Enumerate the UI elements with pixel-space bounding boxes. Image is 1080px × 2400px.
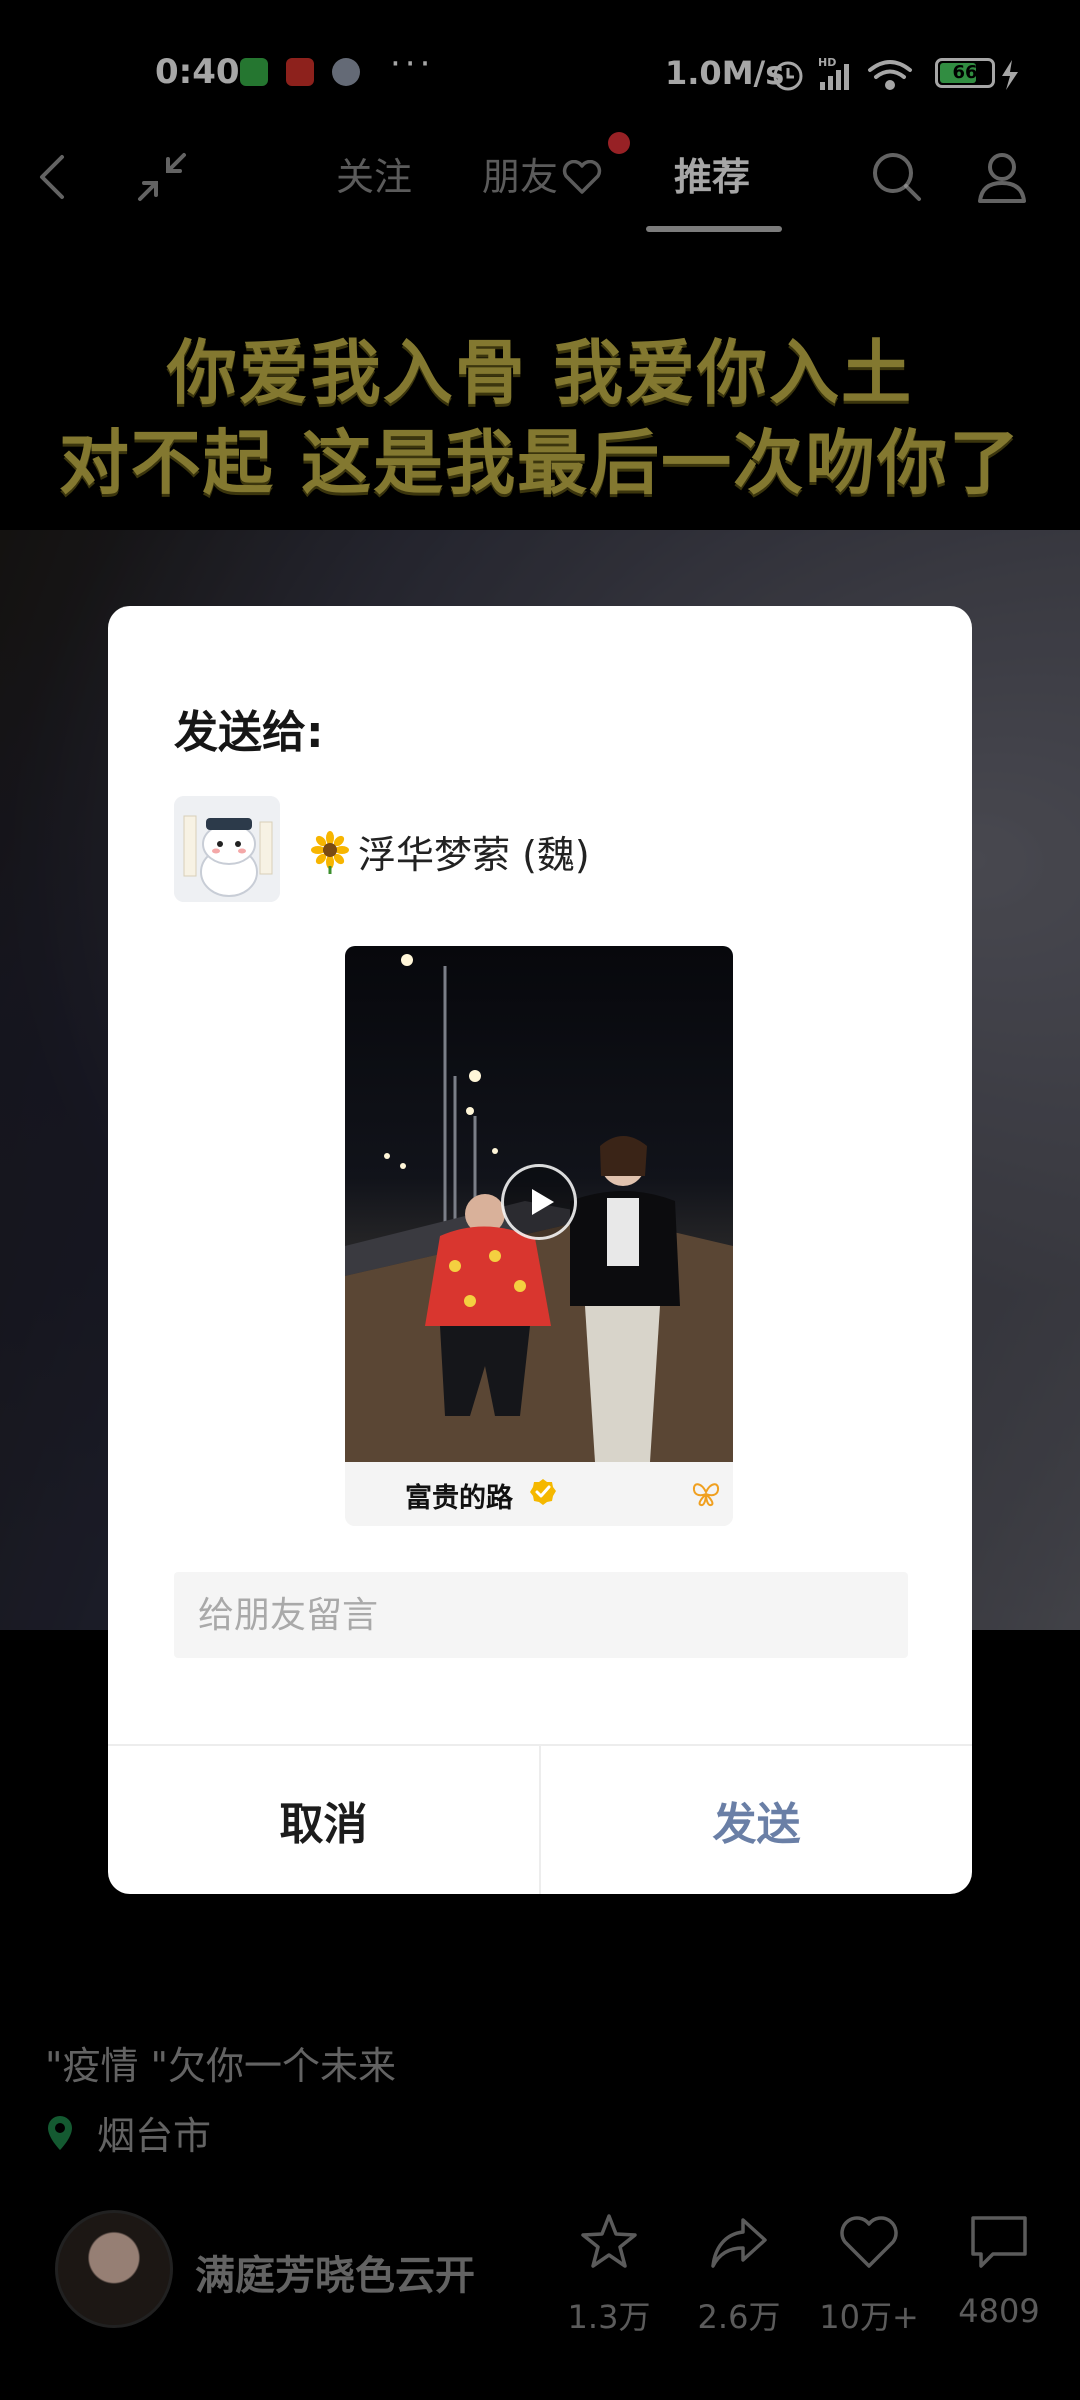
sunflower-icon — [311, 830, 349, 874]
recipient-name-label: 浮华梦萦 (魏) — [358, 833, 590, 877]
dialog-title: 发送给: — [174, 707, 324, 758]
video-thumbnail — [345, 946, 733, 1462]
recipient-avatar-image — [174, 796, 280, 902]
verified-badge-icon — [530, 1479, 556, 1505]
shared-video-card[interactable]: 富贵的路 — [345, 946, 733, 1526]
share-dialog: 发送给: 浮华梦萦 (魏) 富贵的路 给朋友留言 取消 发送 — [108, 606, 972, 1894]
play-button[interactable] — [501, 1164, 577, 1240]
butterfly-icon — [692, 1483, 720, 1507]
cancel-button[interactable]: 取消 — [108, 1746, 539, 1894]
shared-video-author: 富贵的路 — [405, 1483, 513, 1514]
recipient-name: 浮华梦萦 (魏) — [308, 824, 590, 879]
recipient-avatar — [174, 796, 280, 902]
message-input[interactable] — [174, 1572, 908, 1658]
shared-video-footer: 富贵的路 — [345, 1462, 733, 1526]
play-icon — [532, 1189, 554, 1215]
send-button[interactable]: 发送 — [541, 1746, 972, 1894]
